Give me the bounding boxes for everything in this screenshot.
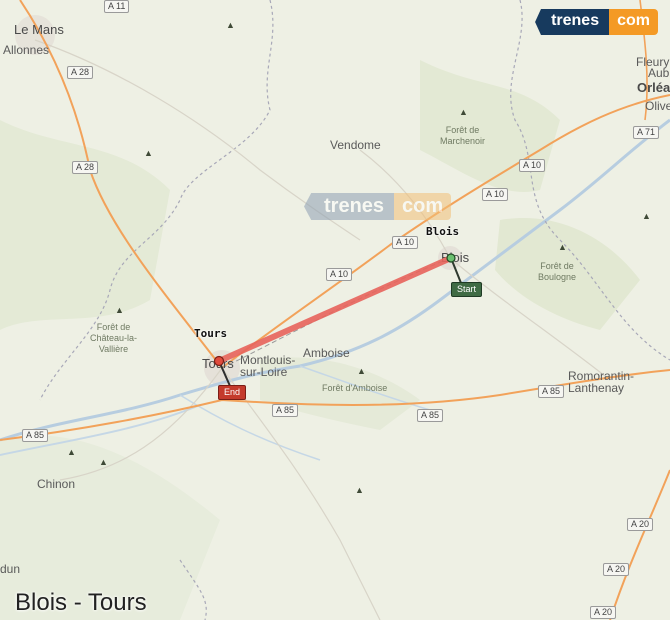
route-line — [216, 255, 454, 364]
destination-station-label: Tours — [194, 327, 228, 340]
end-marker[interactable]: End — [218, 385, 247, 400]
origin-station-label: Blois — [426, 225, 460, 238]
route-title: Blois - Tours — [15, 589, 147, 616]
route-layer — [213, 253, 462, 387]
logo-text-trenes: trenes — [535, 9, 610, 35]
destination-point[interactable] — [213, 355, 225, 367]
start-marker[interactable]: Start — [451, 282, 483, 297]
trenes-logo[interactable]: trenes com — [535, 9, 658, 35]
origin-point[interactable] — [446, 253, 456, 263]
map-canvas[interactable]: Le Mans Allonnes Vendome Fleury Aub Orlé… — [0, 0, 670, 620]
logo-text-com: com — [609, 9, 658, 35]
